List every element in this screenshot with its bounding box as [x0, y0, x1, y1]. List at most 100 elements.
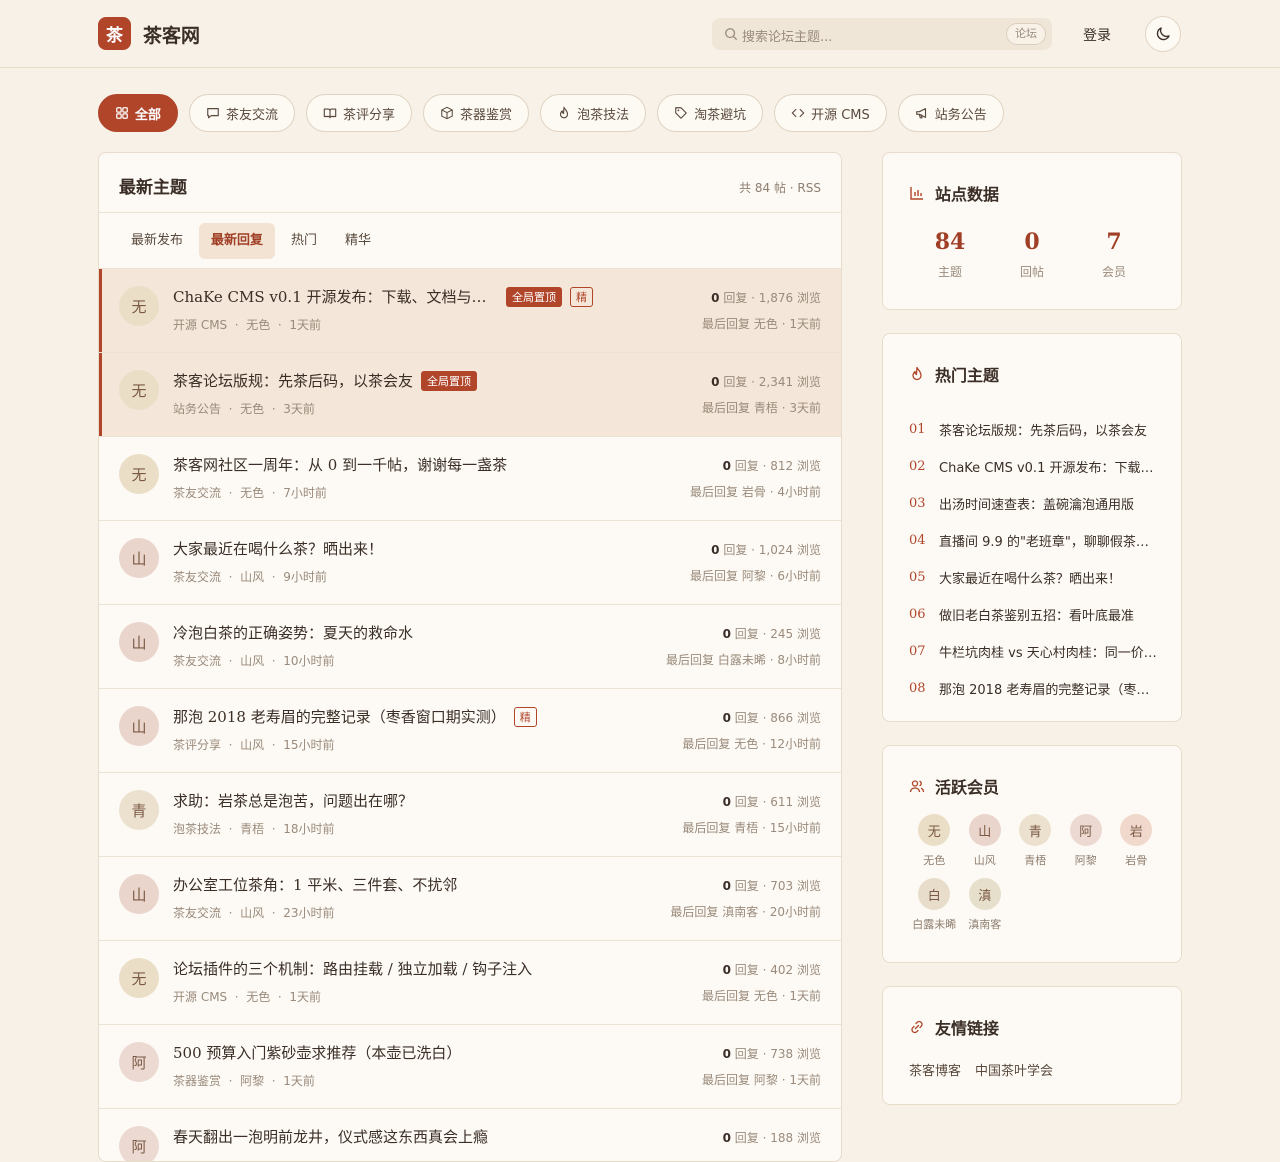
thread-title[interactable]: 茶客论坛版规：先茶后码，以茶会友 全局置顶 [173, 370, 478, 391]
thread-title[interactable]: 那泡 2018 老寿眉的完整记录（枣香窗口期实测） 精 [173, 706, 537, 727]
thread-category[interactable]: 茶友交流 [173, 654, 221, 668]
site-name[interactable]: 茶客网 [143, 21, 200, 48]
category-pill[interactable]: 茶评分享 [306, 94, 413, 132]
avatar[interactable]: 阿 [1069, 814, 1102, 846]
thread-title[interactable]: 论坛插件的三个机制：路由挂载 / 独立加载 / 钩子注入 [173, 958, 532, 979]
member-item[interactable]: 青青梧 [1010, 814, 1061, 868]
avatar[interactable]: 岩 [1120, 814, 1153, 846]
last-reply-user[interactable]: 滇南客 [722, 905, 758, 919]
last-reply-user[interactable]: 无色 [754, 989, 778, 1003]
thread-author[interactable]: 山风 [240, 654, 264, 668]
hot-topic-item[interactable]: 06 做旧老白茶鉴别五招：看叶底最准 [909, 596, 1159, 633]
thread-title[interactable]: 大家最近在喝什么茶？晒出来！ [173, 538, 383, 559]
avatar[interactable]: 无 [119, 286, 159, 326]
thread-author[interactable]: 无色 [246, 990, 270, 1004]
thread-category[interactable]: 茶友交流 [173, 906, 221, 920]
member-item[interactable]: 白白露未晞 [909, 878, 960, 932]
avatar[interactable]: 无 [918, 814, 951, 846]
thread-row[interactable]: 无 ChaKe CMS v0.1 开源发布：下载、文档与反馈（茶客网自建论坛系统）… [99, 269, 841, 353]
avatar[interactable]: 山 [119, 874, 159, 914]
hot-topic-item[interactable]: 07 牛栏坑肉桂 vs 天心村肉桂：同一价位怎么选 [909, 633, 1159, 670]
thread-row[interactable]: 无论坛插件的三个机制：路由挂载 / 独立加载 / 钩子注入 开源 CMS · 无色… [99, 941, 841, 1025]
member-item[interactable]: 无无色 [909, 814, 960, 868]
thread-author[interactable]: 阿黎 [240, 1074, 264, 1088]
thread-title-text[interactable]: 那泡 2018 老寿眉的完整记录（枣香窗口期实测） [173, 706, 506, 727]
hot-topic-title[interactable]: 做旧老白茶鉴别五招：看叶底最准 [939, 605, 1159, 624]
thread-title-text[interactable]: 茶客网社区一周年：从 0 到一千帖，谢谢每一盏茶 [173, 454, 507, 475]
hot-topic-title[interactable]: 牛栏坑肉桂 vs 天心村肉桂：同一价位怎么选 [939, 642, 1159, 661]
thread-row[interactable]: 无茶客论坛版规：先茶后码，以茶会友 全局置顶 站务公告 · 无色 · 3天前 0 回复… [99, 353, 841, 437]
hot-topic-title[interactable]: 出汤时间速查表：盖碗瀹泡通用版 [939, 494, 1159, 513]
thread-title-text[interactable]: 冷泡白茶的正确姿势：夏天的救命水 [173, 622, 413, 643]
login-link[interactable]: 登录 [1083, 25, 1111, 45]
avatar[interactable]: 阿 [119, 1126, 159, 1161]
member-name[interactable]: 岩骨 [1111, 852, 1162, 868]
thread-title-text[interactable]: 500 预算入门紫砂壶求推荐（本壶已洗白） [173, 1042, 461, 1063]
avatar[interactable]: 滇 [968, 878, 1001, 910]
avatar[interactable]: 山 [119, 538, 159, 578]
thread-category[interactable]: 茶友交流 [173, 570, 221, 584]
thread-author[interactable]: 青梧 [240, 822, 264, 836]
hot-topic-item[interactable]: 05 大家最近在喝什么茶？晒出来！ [909, 559, 1159, 596]
search-input[interactable]: 搜索论坛主题... 论坛 [712, 18, 1052, 50]
last-reply-user[interactable]: 青梧 [754, 401, 778, 415]
member-item[interactable]: 阿阿黎 [1061, 814, 1112, 868]
category-pill[interactable]: 泡茶技法 [540, 94, 647, 132]
member-name[interactable]: 无色 [909, 852, 960, 868]
search-scope-badge[interactable]: 论坛 [1006, 23, 1046, 45]
panel-meta[interactable]: 共 84 帖 · RSS [739, 179, 821, 196]
thread-row[interactable]: 山那泡 2018 老寿眉的完整记录（枣香窗口期实测） 精茶评分享 · 山风 · 1… [99, 689, 841, 773]
avatar[interactable]: 阿 [119, 1042, 159, 1082]
thread-title-text[interactable]: 茶客论坛版规：先茶后码，以茶会友 [173, 370, 413, 391]
avatar[interactable]: 白 [918, 878, 951, 910]
thread-author[interactable]: 无色 [240, 486, 264, 500]
hot-topic-title[interactable]: 大家最近在喝什么茶？晒出来！ [939, 568, 1159, 587]
avatar[interactable]: 无 [119, 958, 159, 998]
avatar[interactable]: 无 [119, 454, 159, 494]
thread-author[interactable]: 山风 [240, 906, 264, 920]
avatar[interactable]: 无 [119, 370, 159, 410]
thread-author[interactable]: 山风 [240, 570, 264, 584]
thread-row[interactable]: 山大家最近在喝什么茶？晒出来！ 茶友交流 · 山风 · 9小时前 0 回复 · 1,… [99, 521, 841, 605]
hot-topic-title[interactable]: 茶客论坛版规：先茶后码，以茶会友 [939, 420, 1159, 439]
last-reply-user[interactable]: 阿黎 [754, 1073, 778, 1087]
hot-topic-title[interactable]: 直播间 9.9 的"老班章"，聊聊假茶套路 [939, 531, 1159, 550]
thread-title[interactable]: 500 预算入门紫砂壶求推荐（本壶已洗白） [173, 1042, 461, 1063]
last-reply-user[interactable]: 无色 [734, 737, 758, 751]
hot-topic-item[interactable]: 04 直播间 9.9 的"老班章"，聊聊假茶套路 [909, 522, 1159, 559]
last-reply-user[interactable]: 岩骨 [742, 485, 766, 499]
member-item[interactable]: 滇滇南客 [960, 878, 1011, 932]
last-reply-user[interactable]: 白露未晞 [718, 653, 766, 667]
avatar[interactable]: 青 [119, 790, 159, 830]
member-name[interactable]: 白露未晞 [909, 916, 960, 932]
thread-title[interactable]: 春天翻出一泡明前龙井，仪式感这东西真会上瘾 [173, 1126, 488, 1147]
thread-title[interactable]: 求助：岩茶总是泡苦，问题出在哪？ [173, 790, 413, 811]
dark-mode-toggle[interactable] [1145, 16, 1181, 52]
sort-tab[interactable]: 最新回复 [199, 222, 276, 259]
last-reply-user[interactable]: 无色 [754, 317, 778, 331]
thread-author[interactable]: 无色 [246, 318, 270, 332]
friend-link[interactable]: 中国茶叶学会 [975, 1060, 1053, 1079]
hot-topic-item[interactable]: 02 ChaKe CMS v0.1 开源发布：下载、文档与反馈 [909, 448, 1159, 485]
thread-title-text[interactable]: 论坛插件的三个机制：路由挂载 / 独立加载 / 钩子注入 [173, 958, 532, 979]
category-pill[interactable]: 淘茶避坑 [657, 94, 764, 132]
thread-author[interactable]: 山风 [240, 738, 264, 752]
thread-row[interactable]: 阿春天翻出一泡明前龙井，仪式感这东西真会上瘾 0 回复 · 188 浏览 [99, 1109, 841, 1161]
thread-author[interactable]: 无色 [240, 402, 264, 416]
thread-title-text[interactable]: 求助：岩茶总是泡苦，问题出在哪？ [173, 790, 413, 811]
thread-category[interactable]: 茶评分享 [173, 738, 221, 752]
category-pill[interactable]: 站务公告 [897, 94, 1004, 132]
thread-category[interactable]: 泡茶技法 [173, 822, 221, 836]
thread-title[interactable]: 茶客网社区一周年：从 0 到一千帖，谢谢每一盏茶 [173, 454, 507, 475]
member-name[interactable]: 青梧 [1010, 852, 1061, 868]
logo-icon[interactable]: 茶 [98, 17, 131, 50]
category-pill[interactable]: 茶器鉴赏 [423, 94, 530, 132]
hot-topic-item[interactable]: 01 茶客论坛版规：先茶后码，以茶会友 [909, 411, 1159, 448]
hot-topic-title[interactable]: 那泡 2018 老寿眉的完整记录（枣香窗口期实测） [939, 679, 1159, 698]
thread-category[interactable]: 站务公告 [173, 402, 221, 416]
thread-row[interactable]: 山冷泡白茶的正确姿势：夏天的救命水 茶友交流 · 山风 · 10小时前 0 回复 ·… [99, 605, 841, 689]
member-name[interactable]: 山风 [960, 852, 1011, 868]
hot-topic-item[interactable]: 03 出汤时间速查表：盖碗瀹泡通用版 [909, 485, 1159, 522]
avatar[interactable]: 青 [1019, 814, 1052, 846]
thread-row[interactable]: 山办公室工位茶角：1 平米、三件套、不扰邻 茶友交流 · 山风 · 23小时前 0 … [99, 857, 841, 941]
